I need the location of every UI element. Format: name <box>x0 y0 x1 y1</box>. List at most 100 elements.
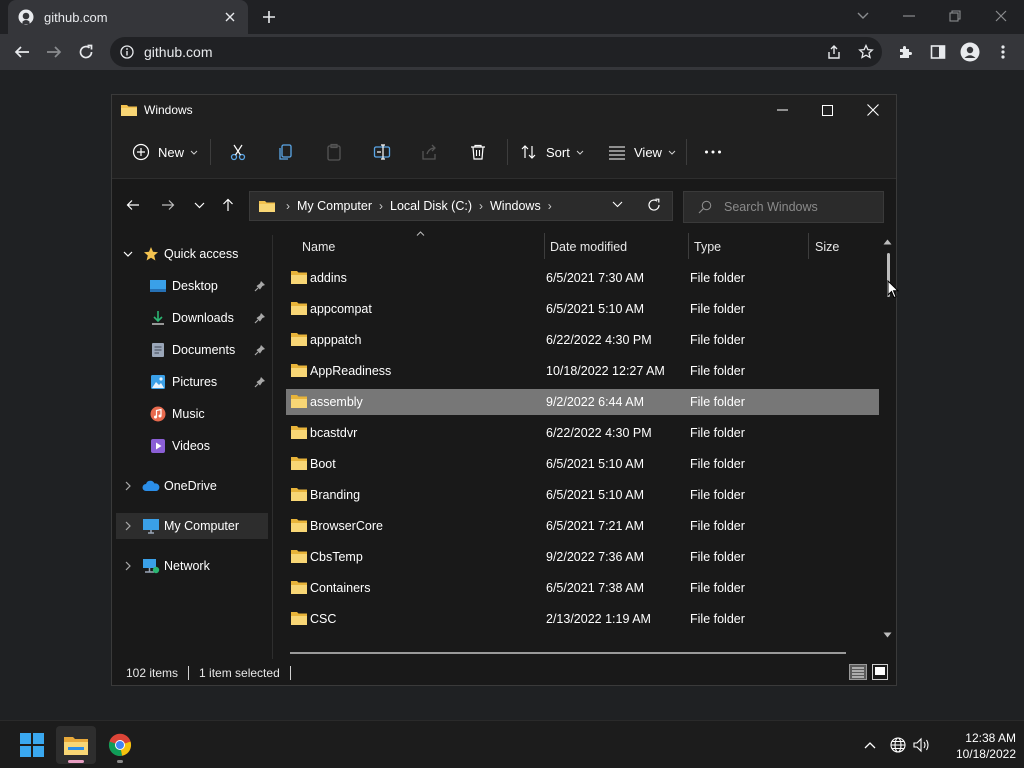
chevron-right-icon[interactable] <box>122 480 134 492</box>
recent-locations-chevron-icon[interactable] <box>189 195 209 215</box>
star-icon <box>142 245 160 263</box>
view-button[interactable]: View <box>608 141 676 163</box>
scroll-up-arrow-icon[interactable] <box>883 239 892 245</box>
forward-arrow-icon[interactable] <box>44 42 64 62</box>
scroll-down-arrow-icon[interactable] <box>883 632 892 638</box>
table-row[interactable]: BrowserCore 6/5/2021 7:21 AM File folder <box>286 513 879 539</box>
delete-button[interactable] <box>469 141 487 163</box>
folder-icon <box>290 362 308 378</box>
table-row[interactable]: appcompat 6/5/2021 5:10 AM File folder <box>286 296 879 322</box>
nav-documents[interactable]: Documents <box>112 337 268 363</box>
pin-icon[interactable] <box>254 312 266 324</box>
taskbar-file-explorer[interactable] <box>56 726 96 764</box>
profile-avatar-icon[interactable] <box>960 42 980 62</box>
pin-icon[interactable] <box>254 376 266 388</box>
minimize-window-icon[interactable] <box>767 100 797 120</box>
chevron-right-icon[interactable] <box>122 560 134 572</box>
breadcrumb-local-disk[interactable]: Local Disk (C:) <box>390 199 472 213</box>
column-separator[interactable] <box>688 233 689 259</box>
search-input[interactable]: Search Windows <box>683 191 884 223</box>
pane-divider[interactable] <box>272 235 273 659</box>
video-icon <box>149 437 167 455</box>
table-row[interactable]: apppatch 6/22/2022 4:30 PM File folder <box>286 327 879 353</box>
nav-network[interactable]: Network <box>112 553 268 579</box>
new-button[interactable]: New <box>132 141 198 163</box>
nav-music[interactable]: Music <box>112 401 268 427</box>
network-globe-icon[interactable] <box>888 735 908 755</box>
share-icon[interactable] <box>824 42 844 62</box>
back-arrow-icon[interactable] <box>12 42 32 62</box>
nav-videos[interactable]: Videos <box>112 433 268 459</box>
close-browser-icon[interactable] <box>991 6 1011 26</box>
sort-button[interactable]: Sort <box>520 141 584 163</box>
file-date: 6/22/2022 4:30 PM <box>546 333 652 347</box>
up-arrow-icon[interactable] <box>218 195 238 215</box>
column-separator[interactable] <box>808 233 809 259</box>
copy-button[interactable] <box>277 141 295 163</box>
close-window-icon[interactable] <box>858 100 888 120</box>
table-row[interactable]: CbsTemp 9/2/2022 7:36 AM File folder <box>286 544 879 570</box>
breadcrumb-my-computer[interactable]: My Computer <box>297 199 372 213</box>
table-row[interactable]: bcastdvr 6/22/2022 4:30 PM File folder <box>286 420 879 446</box>
minimize-browser-icon[interactable] <box>899 6 919 26</box>
browser-menu-icon[interactable] <box>993 42 1013 62</box>
column-separator[interactable] <box>544 233 545 259</box>
cut-button[interactable] <box>229 141 247 163</box>
show-hidden-icons-chevron-icon[interactable] <box>860 735 880 755</box>
chevron-down-icon[interactable] <box>122 248 134 260</box>
nav-my-computer[interactable]: My Computer <box>116 513 268 539</box>
taskbar-chrome[interactable] <box>100 726 140 764</box>
reload-icon[interactable] <box>76 42 96 62</box>
see-more-button[interactable] <box>704 141 722 163</box>
paste-button[interactable] <box>325 141 343 163</box>
nav-onedrive[interactable]: OneDrive <box>112 473 268 499</box>
share-button[interactable] <box>421 141 439 163</box>
back-arrow-icon[interactable] <box>123 195 143 215</box>
refresh-icon[interactable] <box>647 198 661 212</box>
start-button[interactable] <box>12 726 52 764</box>
nav-downloads[interactable]: Downloads <box>112 305 268 331</box>
side-panel-icon[interactable] <box>928 42 948 62</box>
omnibox[interactable]: github.com <box>110 37 882 67</box>
horizontal-scrollbar[interactable] <box>290 652 846 654</box>
folder-icon <box>290 579 308 595</box>
table-row[interactable]: Containers 6/5/2021 7:38 AM File folder <box>286 575 879 601</box>
maximize-window-icon[interactable] <box>812 100 842 120</box>
browser-tab[interactable]: github.com <box>8 0 248 34</box>
table-row[interactable]: AppReadiness 10/18/2022 12:27 AM File fold… <box>286 358 879 384</box>
nav-desktop[interactable]: Desktop <box>112 273 268 299</box>
bookmark-star-icon[interactable] <box>856 42 876 62</box>
site-info-icon[interactable] <box>120 45 134 59</box>
address-bar[interactable]: › My Computer › Local Disk (C:) › Window… <box>249 191 673 221</box>
details-view-icon[interactable] <box>849 664 867 680</box>
taskbar-clock[interactable]: 12:38 AM 10/18/2022 <box>936 730 1016 762</box>
table-row[interactable]: Boot 6/5/2021 5:10 AM File folder <box>286 451 879 477</box>
address-dropdown-chevron-icon[interactable] <box>612 201 623 208</box>
rename-button[interactable] <box>373 141 391 163</box>
restore-browser-icon[interactable] <box>945 6 965 26</box>
table-row[interactable]: CSC 2/13/2022 1:19 AM File folder <box>286 606 879 632</box>
chevron-right-icon[interactable] <box>122 520 134 532</box>
volume-speaker-icon[interactable] <box>912 735 932 755</box>
breadcrumb-windows[interactable]: Windows <box>490 199 541 213</box>
nav-quick-access[interactable]: Quick access <box>112 241 268 267</box>
column-header-name[interactable]: Name <box>302 229 335 265</box>
document-icon <box>149 341 167 359</box>
nav-pictures[interactable]: Pictures <box>112 369 268 395</box>
table-row[interactable]: Branding 6/5/2021 5:10 AM File folder <box>286 482 879 508</box>
extensions-puzzle-icon[interactable] <box>896 42 916 62</box>
selection-count: 1 item selected <box>199 666 280 680</box>
table-row[interactable]: addins 6/5/2021 7:30 AM File folder <box>286 265 879 291</box>
forward-arrow-icon[interactable] <box>158 195 178 215</box>
new-tab-icon[interactable] <box>260 8 278 26</box>
pin-icon[interactable] <box>254 280 266 292</box>
column-header-type[interactable]: Type <box>694 229 721 265</box>
pin-icon[interactable] <box>254 344 266 356</box>
nav-label: Videos <box>172 439 210 453</box>
column-header-date[interactable]: Date modified <box>550 229 627 265</box>
close-tab-icon[interactable] <box>222 9 238 25</box>
column-header-size[interactable]: Size <box>815 229 839 265</box>
tiles-view-icon[interactable] <box>872 664 888 680</box>
tab-search-chevron-icon[interactable] <box>853 6 873 26</box>
table-row[interactable]: assembly 9/2/2022 6:44 AM File folder <box>286 389 879 415</box>
